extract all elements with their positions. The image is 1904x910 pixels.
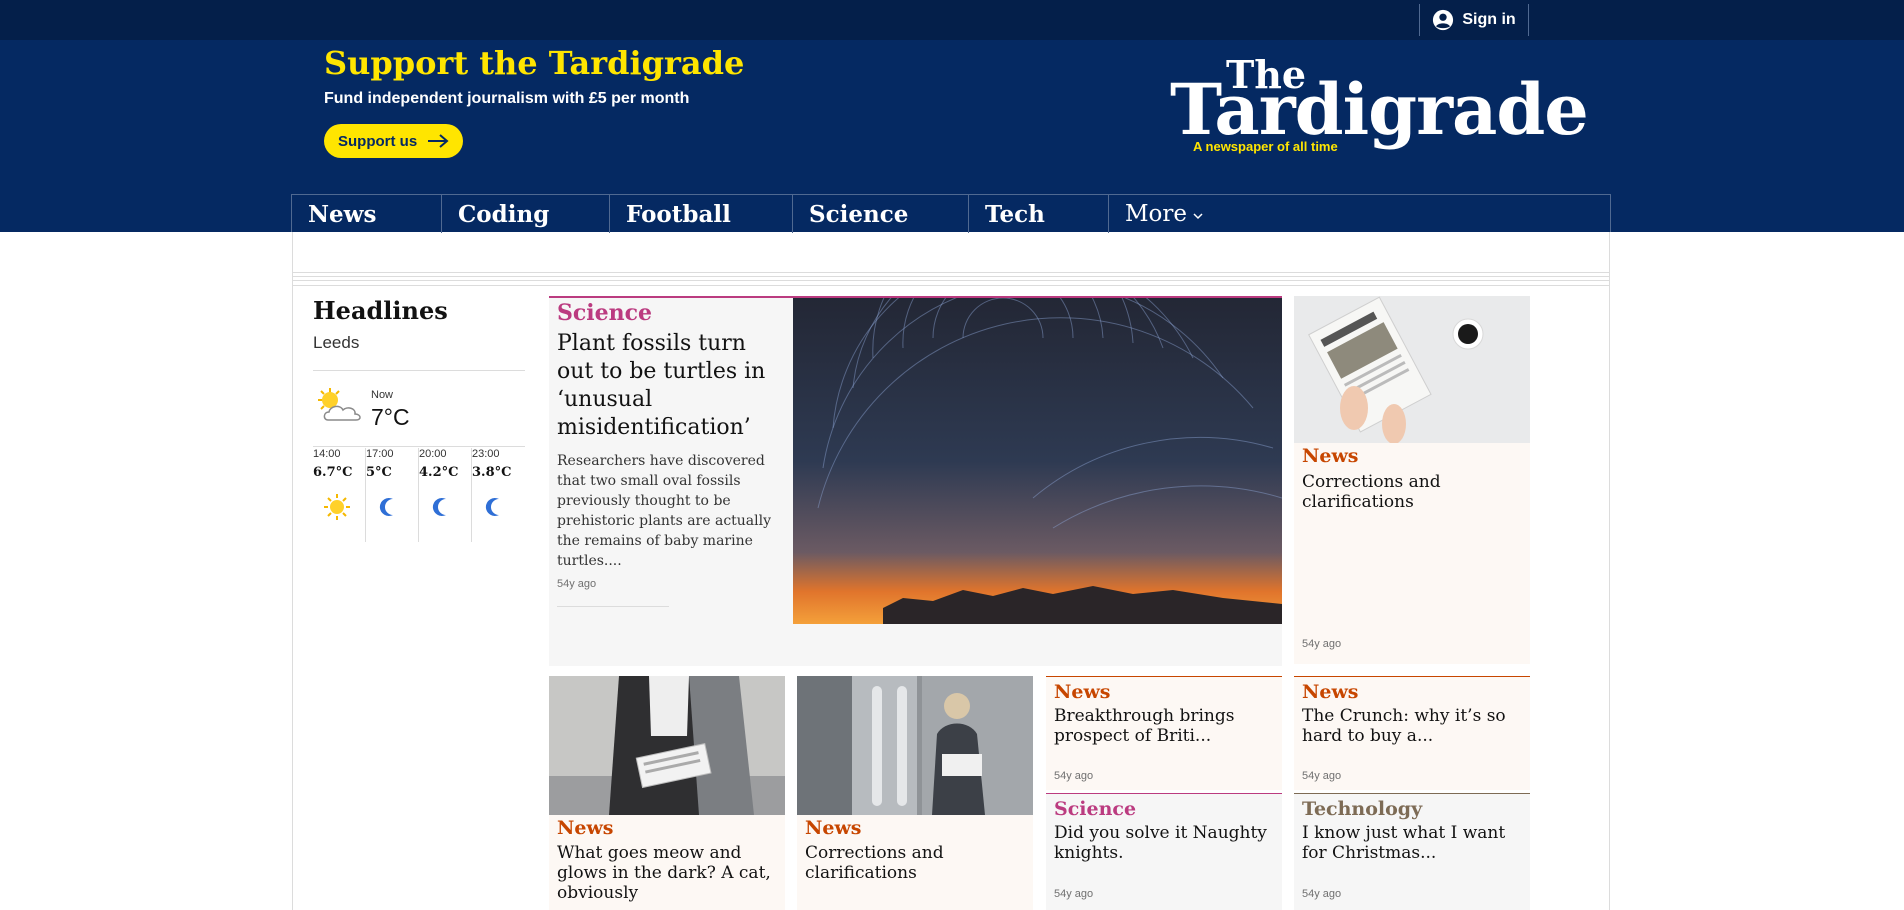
- story-headline[interactable]: Plant fossils turn out to be turtles in …: [557, 330, 785, 442]
- forecast-time: 20:00: [419, 448, 447, 460]
- forecast-temp: 4.2°C: [419, 465, 459, 480]
- forecast-time: 23:00: [472, 448, 500, 460]
- headlines-title: Headlines: [313, 296, 448, 325]
- divider: [313, 370, 525, 371]
- story-timestamp: 54y ago: [1054, 770, 1094, 782]
- divider: [292, 280, 1610, 281]
- forecast-temp: 5°C: [366, 465, 392, 480]
- story-card[interactable]: News The Crunch: why it’s so hard to buy…: [1294, 676, 1530, 790]
- sun-cloud-icon: [318, 388, 361, 421]
- nav-news[interactable]: News: [292, 195, 442, 233]
- story-card[interactable]: News Breakthrough brings prospect of Bri…: [1046, 676, 1282, 790]
- story-card[interactable]: Science Did you solve it Naughty knights…: [1046, 793, 1282, 910]
- story-kicker: News: [1302, 445, 1359, 467]
- sign-in-label: Sign in: [1462, 11, 1516, 28]
- logo-tagline: A newspaper of all time: [1193, 139, 1338, 154]
- story-kicker: Science: [557, 300, 653, 326]
- arrow-right-icon: [428, 134, 449, 148]
- nav-more-label: More: [1125, 201, 1188, 227]
- forecast-slot: 14:00 6.7°C: [313, 448, 366, 542]
- nav-football[interactable]: Football: [610, 195, 793, 233]
- forecast-time: 17:00: [366, 448, 394, 460]
- nav-more[interactable]: More: [1109, 195, 1203, 232]
- weather-now-label: Now: [371, 389, 394, 401]
- moon-icon: [432, 498, 446, 516]
- featured-story-card[interactable]: Science Plant fossils turn out to be tur…: [549, 296, 1282, 666]
- story-card[interactable]: Technology I know just what I want for C…: [1294, 793, 1530, 910]
- nav-coding[interactable]: Coding: [442, 195, 610, 233]
- story-kicker: News: [1054, 681, 1111, 703]
- story-headline[interactable]: Breakthrough brings prospect of Briti...: [1054, 706, 1274, 746]
- story-card[interactable]: News What goes meow and glows in the dar…: [549, 676, 785, 910]
- support-title: Support the Tardigrade: [324, 44, 745, 82]
- story-kicker: News: [1302, 681, 1359, 703]
- support-subtitle: Fund independent journalism with £5 per …: [324, 90, 690, 107]
- story-kicker: News: [805, 817, 862, 839]
- person-newspaper-image: [549, 676, 785, 815]
- forecast-temp: 3.8°C: [472, 465, 512, 480]
- story-timestamp: 54y ago: [557, 578, 597, 590]
- story-headline[interactable]: What goes meow and glows in the dark? A …: [557, 843, 777, 903]
- forecast-temp: 6.7°C: [313, 465, 353, 480]
- story-kicker: Technology: [1302, 798, 1423, 820]
- weather-location[interactable]: Leeds: [313, 333, 359, 353]
- story-kicker: News: [557, 817, 614, 839]
- weather-now-temp: 7°C: [371, 404, 410, 430]
- main-nav: News Coding Football Science Tech More: [291, 194, 1611, 233]
- story-headline[interactable]: I know just what I want for Christmas...: [1302, 823, 1522, 863]
- star-trails-sunset-image: [793, 298, 1282, 624]
- story-timestamp: 54y ago: [1054, 888, 1094, 900]
- newspaper-coffee-image: [1294, 296, 1530, 443]
- story-card[interactable]: News Corrections and clarifications: [797, 676, 1033, 910]
- moon-icon: [379, 498, 393, 516]
- forecast-slot: 17:00 5°C: [366, 448, 419, 542]
- nav-science[interactable]: Science: [793, 195, 969, 233]
- story-timestamp: 54y ago: [1302, 770, 1342, 782]
- forecast-slot: 20:00 4.2°C: [419, 448, 472, 542]
- story-standfirst: Researchers have discovered that two sma…: [557, 453, 772, 569]
- forecast-time: 14:00: [313, 448, 341, 460]
- divider: [292, 276, 1610, 277]
- train-reader-image: [797, 676, 1033, 815]
- story-headline[interactable]: Did you solve it Naughty knights.: [1054, 823, 1274, 863]
- support-us-label: Support us: [338, 132, 418, 150]
- divider: [292, 285, 1610, 286]
- top-bar: [0, 0, 1904, 40]
- user-avatar-icon: [1433, 9, 1454, 31]
- story-card[interactable]: News Corrections and clarifications 54y …: [1294, 296, 1530, 664]
- story-headline[interactable]: Corrections and clarifications: [805, 843, 1025, 883]
- sign-in-button[interactable]: Sign in: [1419, 4, 1529, 36]
- moon-icon: [485, 498, 499, 516]
- story-kicker: Science: [1054, 798, 1137, 820]
- divider: [313, 446, 525, 447]
- story-timestamp: 54y ago: [1302, 638, 1342, 650]
- divider: [292, 272, 1610, 273]
- sun-icon: [324, 494, 350, 520]
- story-headline[interactable]: The Crunch: why it’s so hard to buy a...: [1302, 706, 1522, 746]
- nav-tech[interactable]: Tech: [969, 195, 1109, 233]
- story-headline[interactable]: Corrections and clarifications: [1302, 472, 1522, 512]
- divider: [557, 606, 669, 607]
- chevron-down-icon: [1193, 213, 1203, 220]
- support-us-button[interactable]: Support us: [324, 124, 464, 158]
- story-timestamp: 54y ago: [1302, 888, 1342, 900]
- forecast-slot: 23:00 3.8°C: [472, 448, 525, 542]
